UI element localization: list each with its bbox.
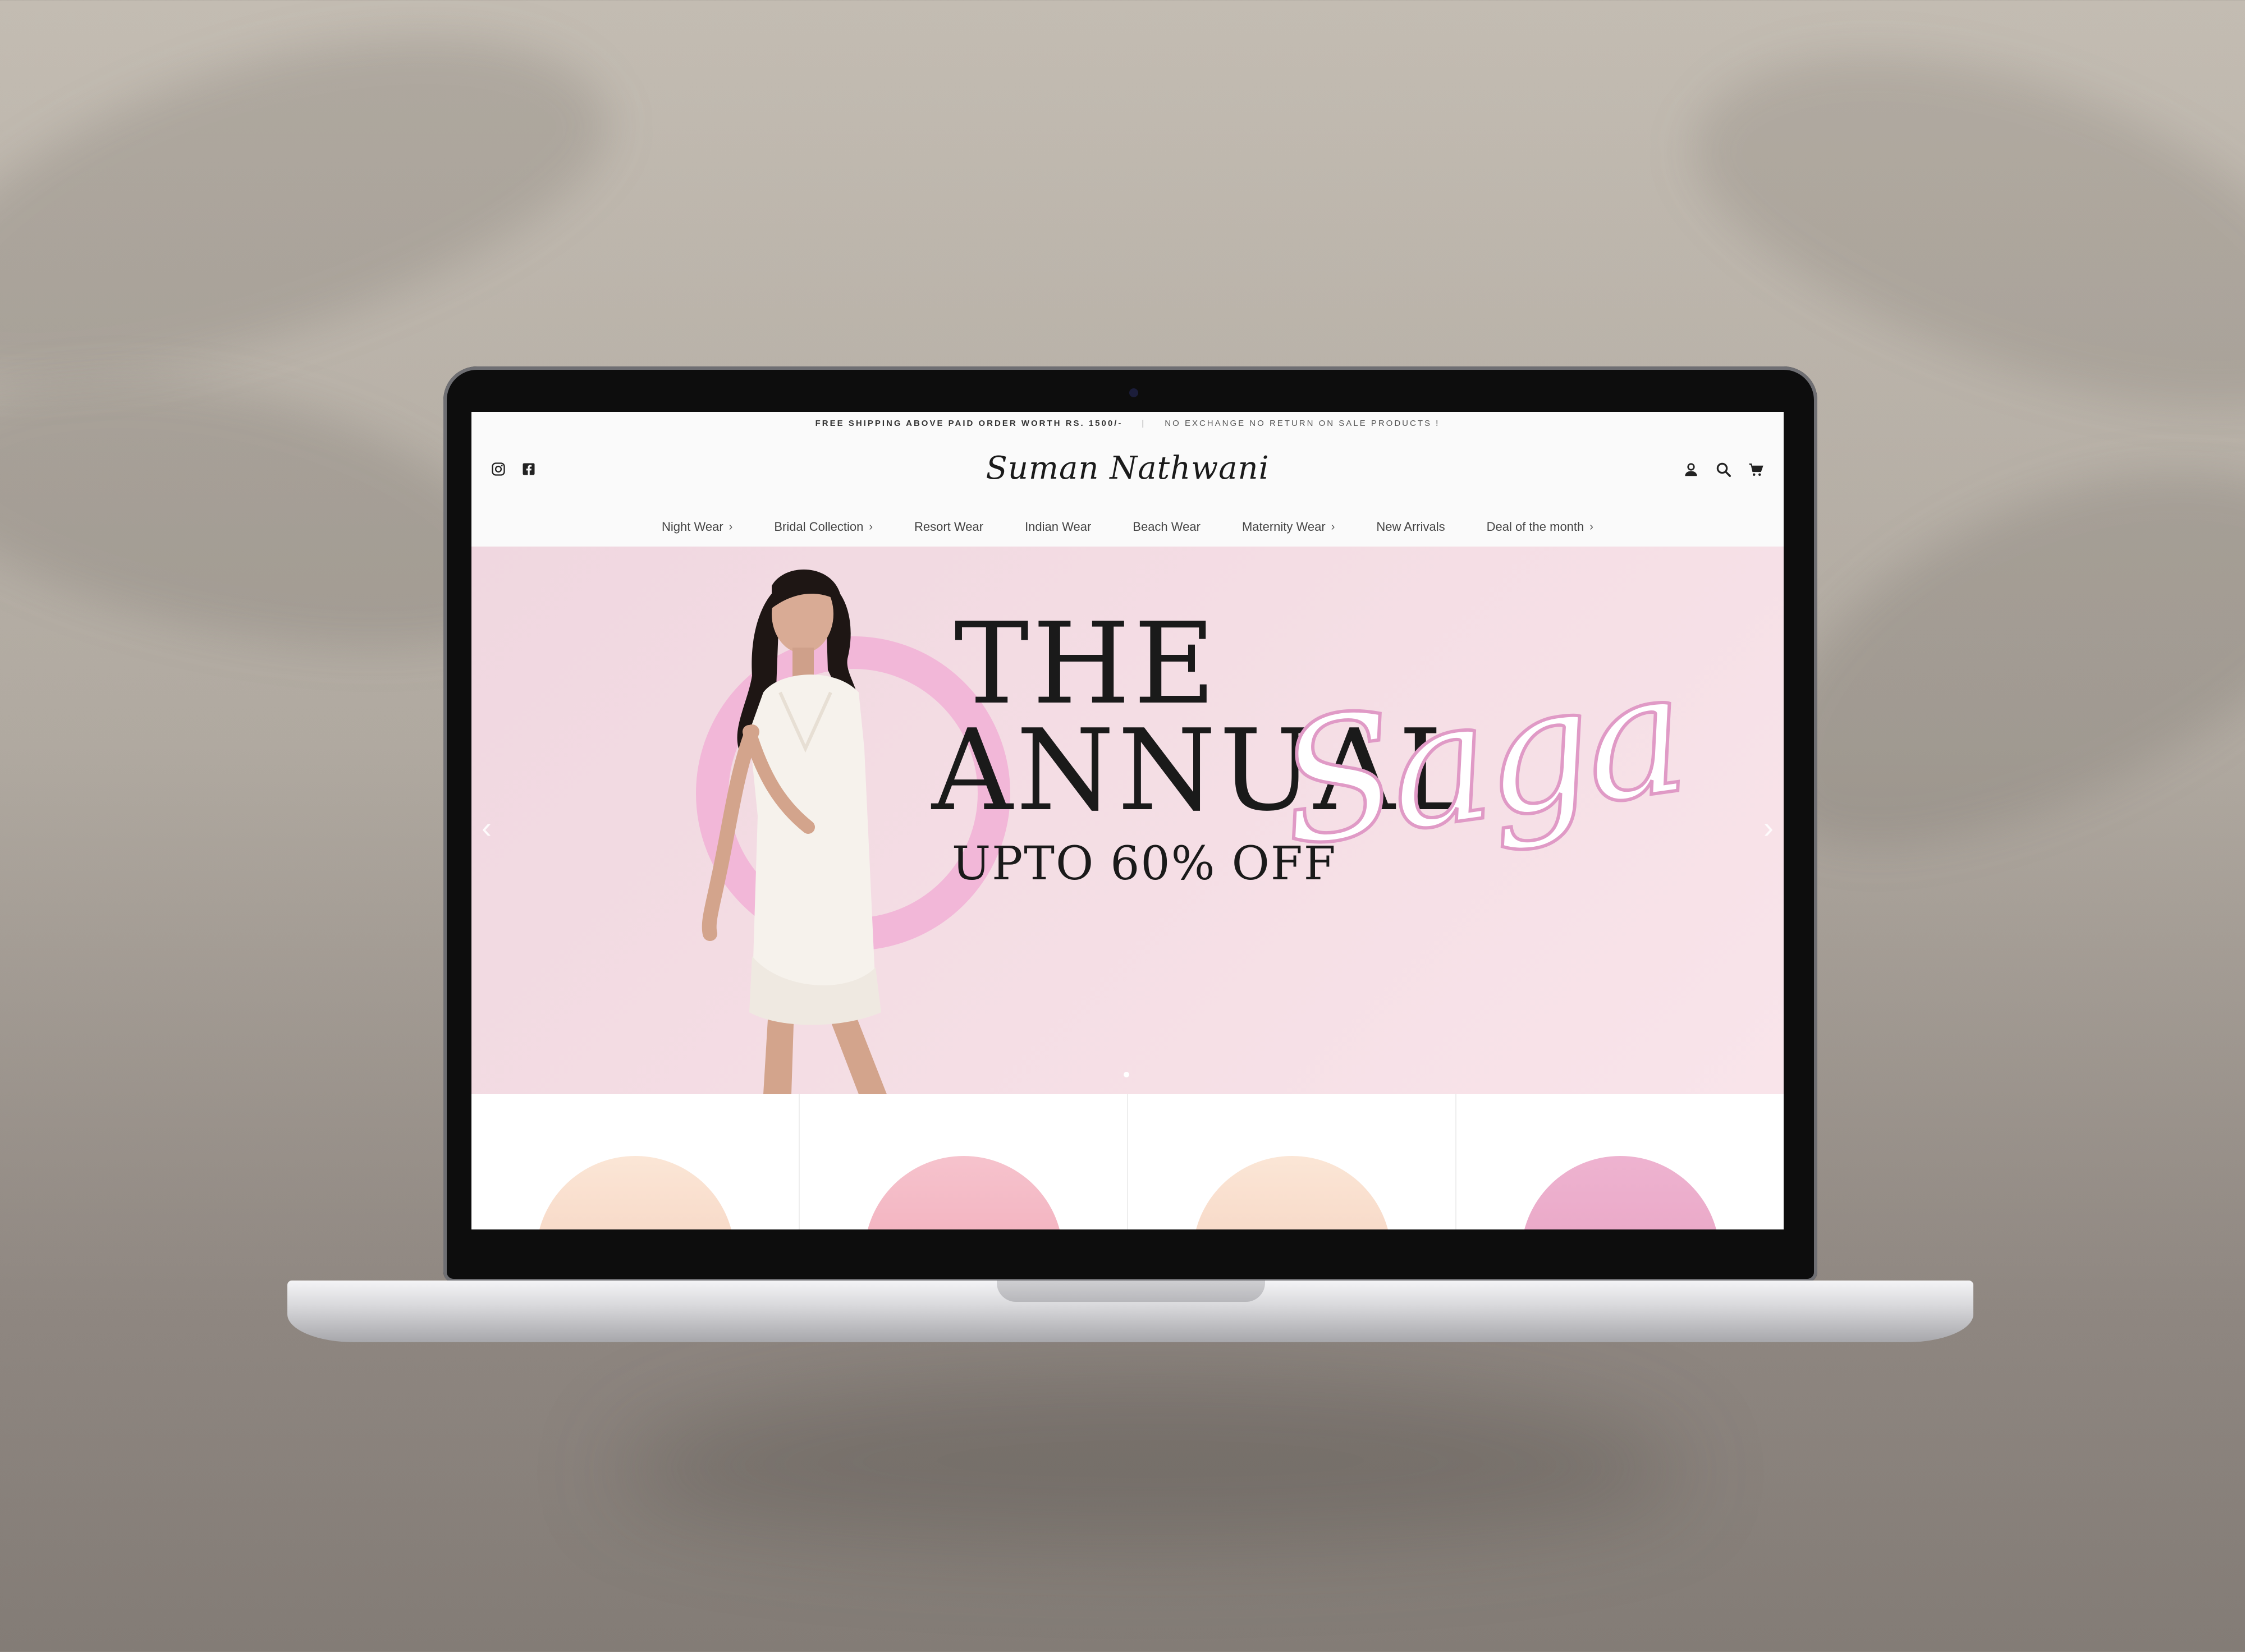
announcement-returns: NO EXCHANGE NO RETURN ON SALE PRODUCTS ! [1165,418,1440,428]
search-icon[interactable] [1715,461,1732,478]
nav-label: New Arrivals [1376,520,1445,534]
nav-label: Indian Wear [1025,520,1092,534]
hero-title-line1: THE [954,599,1219,729]
carousel-prev-icon[interactable]: ‹ [482,810,492,845]
carousel-indicator-dot[interactable] [1124,1072,1129,1077]
nav-item-bridal-collection[interactable]: Bridal Collection › [774,520,873,534]
nav-label: Night Wear [662,520,723,534]
announcement-bar: FREE SHIPPING ABOVE PAID ORDER WORTH RS.… [471,412,1784,434]
category-circle-image [535,1156,735,1229]
header-utilities [1683,461,1765,478]
chevron-right-icon: › [1589,520,1593,533]
chevron-right-icon: › [1331,520,1335,533]
category-circle-image [1520,1156,1720,1229]
nav-item-night-wear[interactable]: Night Wear › [662,520,732,534]
chevron-right-icon: › [869,520,873,533]
model-photo [702,569,887,1094]
chevron-right-icon: › [729,520,733,533]
nav-item-resort-wear[interactable]: Resort Wear [914,520,983,534]
nav-label: Bridal Collection [774,520,864,534]
category-strip [471,1094,1784,1229]
category-card[interactable] [800,1094,1128,1229]
account-icon[interactable] [1683,461,1699,478]
webcam [1129,388,1138,397]
nav-label: Resort Wear [914,520,984,534]
site-header: Suman Nathwani Night Wear › Bridal Collec… [471,434,1784,547]
nav-label: Deal of the month [1486,520,1584,534]
browser-viewport: FREE SHIPPING ABOVE PAID ORDER WORTH RS.… [471,412,1784,1229]
category-circle-image [1192,1156,1391,1229]
hero-offer-text: UPTO 60% OFF [952,837,1337,891]
cart-icon[interactable] [1748,461,1765,478]
nav-item-beach-wear[interactable]: Beach Wear [1133,520,1201,534]
laptop-opening-notch [997,1281,1265,1302]
nav-item-deal-of-the-month[interactable]: Deal of the month › [1487,520,1593,534]
category-card[interactable] [471,1094,800,1229]
nav-label: Beach Wear [1133,520,1201,534]
category-card[interactable] [1128,1094,1456,1229]
nav-item-indian-wear[interactable]: Indian Wear [1025,520,1091,534]
category-circle-image [864,1156,1063,1229]
category-card[interactable] [1456,1094,1784,1229]
laptop-drop-shadow [617,1375,1684,1543]
announcement-shipping: FREE SHIPPING ABOVE PAID ORDER WORTH RS.… [815,418,1123,428]
main-navigation: Night Wear › Bridal Collection › Resort We… [471,520,1784,534]
nav-item-new-arrivals[interactable]: New Arrivals [1376,520,1445,534]
brand-logo[interactable]: Suman Nathwani [471,450,1784,487]
announcement-separator: | [1142,418,1146,428]
nav-item-maternity-wear[interactable]: Maternity Wear › [1242,520,1335,534]
nav-label: Maternity Wear [1241,520,1326,534]
hero-banner[interactable]: THE ANNUAL Saga UPTO 60% OFF ‹ › [471,547,1784,1094]
carousel-next-icon[interactable]: › [1763,810,1774,845]
